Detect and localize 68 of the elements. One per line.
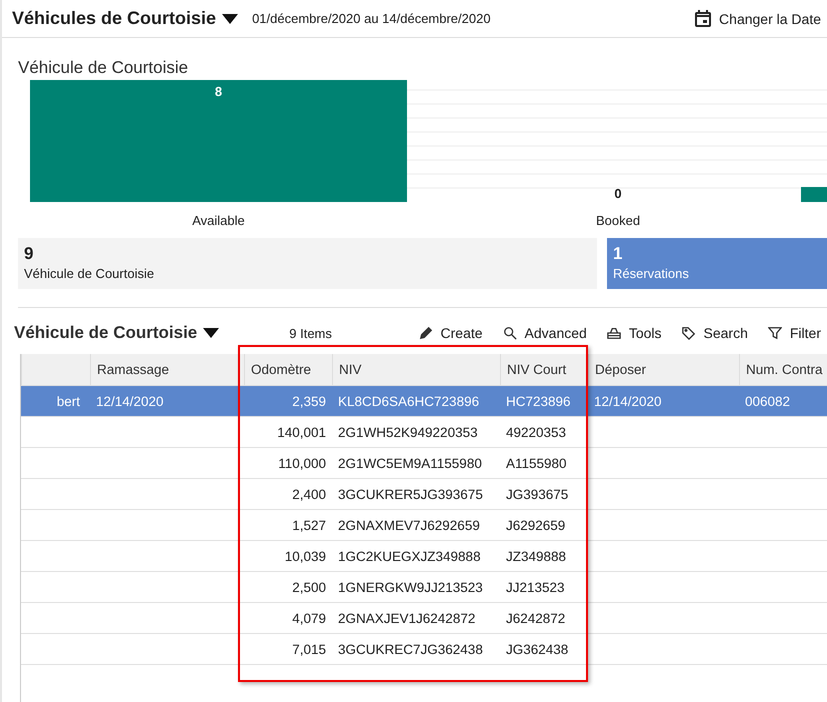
table-cell: 10,039 bbox=[284, 548, 326, 564]
calendar-icon bbox=[695, 10, 712, 27]
toolbar-button[interactable]: Search bbox=[682, 325, 754, 341]
table-cell: A1155980 bbox=[506, 456, 567, 470]
pencil-icon bbox=[418, 326, 433, 340]
table-cell: 110,000 bbox=[278, 456, 326, 470]
table-cell: 3GCUKRER5JG393675 bbox=[338, 486, 483, 502]
table-cell: 12/14/2020 bbox=[594, 394, 662, 408]
table-row[interactable]: bert 12/14/2020 2,359 KL8CD6SA6HC723896 HC723896 12/14/2020 006082 bbox=[21, 386, 827, 417]
table-cell: 1,527 bbox=[292, 518, 326, 532]
tile-label: Réservations bbox=[613, 266, 690, 281]
search-icon bbox=[502, 326, 517, 340]
table-cell: JZ349888 bbox=[506, 548, 566, 564]
toolbox-icon bbox=[606, 326, 621, 340]
category-label: Booked bbox=[596, 213, 640, 228]
table-cell: 2,500 bbox=[292, 580, 326, 594]
column-header[interactable]: Num. Contra bbox=[739, 354, 827, 385]
table-cell: 140,001 bbox=[277, 424, 326, 440]
page-title: Véhicules de Courtoisie bbox=[12, 8, 216, 29]
tag-icon bbox=[682, 326, 696, 340]
dropdown-icon[interactable] bbox=[222, 14, 238, 24]
table-cell: 2GNAXJEV1J6242872 bbox=[338, 610, 476, 626]
table-cell: bert bbox=[56, 394, 80, 408]
toolbar-button[interactable]: Create bbox=[418, 325, 489, 341]
table-cell: JJ213523 bbox=[506, 580, 565, 594]
dropdown-icon[interactable] bbox=[203, 328, 220, 338]
change-date-button[interactable]: Changer la Date bbox=[695, 10, 827, 27]
filter-icon bbox=[768, 326, 782, 340]
tile-label: Véhicule de Courtoisie bbox=[24, 266, 156, 281]
value-label: 8 bbox=[214, 84, 222, 99]
table-cell: KL8CD6SA6HC723896 bbox=[338, 394, 480, 408]
bar bbox=[801, 187, 827, 202]
table-cell: HC723896 bbox=[506, 394, 571, 408]
table-cell: 006082 bbox=[745, 394, 790, 408]
column-header[interactable]: Ramassage bbox=[90, 354, 244, 385]
toolbar-button[interactable]: Tools bbox=[606, 325, 668, 341]
date-range: 01/décembre/2020 au 14/décembre/2020 bbox=[252, 11, 491, 26]
table-cell: JG393675 bbox=[506, 486, 568, 502]
table-cell: J6242872 bbox=[506, 610, 566, 626]
toolbar-button[interactable]: Advanced bbox=[502, 325, 593, 341]
tile-value: 1 bbox=[613, 244, 624, 264]
table-cell: 4,079 bbox=[292, 610, 326, 626]
item-count: 9 Items bbox=[289, 326, 332, 340]
table-cell: J6292659 bbox=[506, 518, 566, 532]
category-label: Available bbox=[192, 213, 245, 228]
tile-value: 9 bbox=[24, 244, 34, 264]
table-cell: 2G1WC5EM9A1155980 bbox=[338, 456, 482, 470]
table-cell: 12/14/2020 bbox=[96, 394, 164, 408]
table-cell: 2GNAXMEV7J6292659 bbox=[338, 518, 480, 532]
column-header[interactable]: Odomètre bbox=[244, 354, 332, 385]
value-label: 0 bbox=[614, 186, 622, 201]
table-cell: 1GNERGKW9JJ213523 bbox=[338, 580, 483, 594]
table-cell: JG362438 bbox=[506, 642, 568, 656]
table-cell: 49220353 bbox=[506, 424, 566, 440]
toolbar-button[interactable]: Filter bbox=[768, 325, 827, 341]
table-cell: 2G1WH52K949220353 bbox=[338, 424, 478, 440]
table-cell: 2,359 bbox=[292, 394, 326, 408]
summary-tile[interactable]: 1 Réservations bbox=[607, 238, 827, 289]
column-header[interactable]: Déposer bbox=[588, 354, 739, 385]
table-cell: 1GC2KUEGXJZ349888 bbox=[338, 548, 481, 564]
table-cell: 3GCUKREC7JG362438 bbox=[338, 642, 483, 656]
chart-title: Véhicule de Courtoisie bbox=[18, 58, 190, 79]
column-header[interactable]: NIV Court bbox=[500, 354, 588, 385]
summary-tile[interactable]: 9 Véhicule de Courtoisie bbox=[18, 238, 597, 289]
table-cell: 2,400 bbox=[292, 486, 326, 502]
list-title: Véhicule de Courtoisie bbox=[14, 323, 198, 343]
column-header[interactable]: NIV bbox=[332, 354, 500, 385]
table-cell: 7,015 bbox=[292, 642, 326, 656]
